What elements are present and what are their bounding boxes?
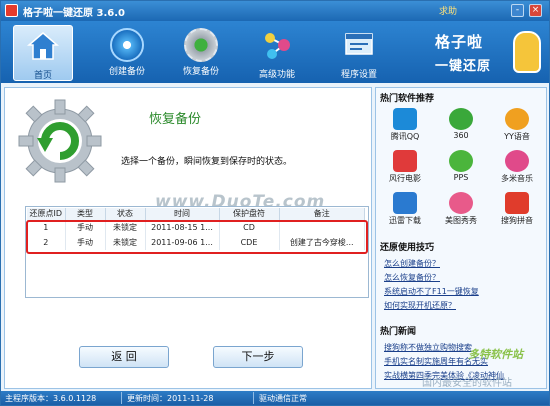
page-description: 选择一个备份，瞬间恢复到保存时的状态。 [121, 157, 293, 167]
close-button[interactable]: × [529, 4, 542, 17]
next-button[interactable]: 下一步 [213, 346, 303, 368]
app-qq[interactable]: 腾讯QQ [382, 108, 428, 144]
app-360[interactable]: 360 [438, 108, 484, 144]
side-panel: 热门软件推荐 腾讯QQ 360 YY语音 风行电影 PPS 多米音乐 迅雷下载 … [375, 87, 547, 389]
tips-heading: 还原使用技巧 [380, 243, 435, 253]
column-header[interactable]: 保护盘符 [219, 208, 280, 221]
restore-gear-icon [184, 28, 218, 62]
toolbar-home[interactable]: 首页 [13, 25, 73, 81]
duomi-icon [505, 150, 529, 172]
app-funshion[interactable]: 风行电影 [382, 150, 428, 186]
thunder-icon [393, 192, 417, 214]
watermark-text: 多特软件站 [468, 348, 523, 361]
app-meitu[interactable]: 美图秀秀 [438, 192, 484, 228]
status-bar: 主程序版本：3.6.0.1128 更新时间：2011-11-28 驱动通信正常 [1, 391, 549, 405]
app-label: 腾讯QQ [390, 132, 420, 141]
column-header[interactable]: 状态 [105, 208, 146, 221]
status-divider [253, 392, 254, 404]
app-sogou[interactable]: 搜狗拼音 [494, 192, 540, 228]
tip-link[interactable]: 系统启动不了F11一键恢复 [384, 286, 479, 297]
app-label: 美图秀秀 [445, 216, 477, 225]
column-header[interactable]: 时间 [145, 208, 220, 221]
app-label: 迅雷下载 [389, 216, 421, 225]
news-heading: 热门新闻 [380, 327, 417, 337]
app-logo-icon [5, 4, 18, 17]
home-icon [26, 32, 60, 60]
version-text: 主程序版本：3.6.0.1128 [5, 394, 97, 403]
driver-status-text: 驱动通信正常 [259, 394, 307, 403]
brand-line2: 一键还原 [435, 59, 492, 74]
toolbar-create-backup-label: 创建备份 [108, 67, 145, 77]
highlight-box [26, 220, 368, 254]
360-icon [449, 108, 473, 130]
molecule-icon [265, 33, 290, 59]
tip-link[interactable]: 怎么创建备份？ [384, 258, 440, 269]
news-link[interactable]: 搜狗称不做独立购物搜索 [384, 342, 472, 353]
app-pps[interactable]: PPS [438, 150, 484, 186]
app-label: 360 [453, 131, 469, 140]
toolbar-create-backup[interactable]: 创建备份 [97, 25, 157, 81]
toolbar-restore-backup[interactable]: 恢复备份 [171, 25, 231, 81]
update-time-text: 更新时间：2011-11-28 [127, 394, 214, 403]
table-header-row: 还原点ID 类型 状态 时间 保护盘符 备注 [27, 208, 365, 221]
main-toolbar: 首页 创建备份 恢复备份 高级功能 程序设置 格子啦 一键还原 [1, 21, 549, 83]
app-label: 搜狗拼音 [501, 216, 533, 225]
toolbar-restore-backup-label: 恢复备份 [182, 67, 219, 77]
tip-link[interactable]: 怎么恢复备份？ [384, 272, 440, 283]
yy-icon [505, 108, 529, 130]
app-window: 格子啦一键还原 3.6.0 求助 - × 首页 创建备份 恢复备份 高级功能 程… [0, 0, 550, 406]
column-header[interactable]: 备注 [279, 208, 365, 221]
app-label: YY语音 [504, 132, 530, 141]
mascot-icon [513, 31, 541, 73]
restore-panel: 恢复备份 选择一个备份，瞬间恢复到保存时的状态。 www.DuoTe.com 还… [4, 87, 372, 389]
help-link[interactable]: 求助 [439, 4, 457, 17]
app-duomi[interactable]: 多米音乐 [494, 150, 540, 186]
page-title: 恢复备份 [149, 112, 202, 127]
app-yy[interactable]: YY语音 [494, 108, 540, 144]
backup-disc-icon [110, 28, 144, 62]
brand-line1: 格子啦 [435, 33, 484, 51]
minimize-button[interactable]: - [511, 4, 524, 17]
funshion-icon [393, 150, 417, 172]
tip-link[interactable]: 如何实现开机还原？ [384, 300, 456, 311]
toolbar-home-label: 首页 [33, 71, 52, 81]
toolbar-advanced-label: 高级功能 [258, 70, 295, 80]
app-label: 风行电影 [389, 174, 421, 183]
toolbar-settings[interactable]: 程序设置 [329, 25, 389, 81]
restore-gear-large-icon [18, 99, 102, 183]
settings-window-icon [345, 33, 373, 55]
app-label: 多米音乐 [501, 174, 533, 183]
toolbar-advanced[interactable]: 高级功能 [247, 25, 307, 81]
column-header[interactable]: 类型 [65, 208, 106, 221]
hot-software-heading: 热门软件推荐 [380, 94, 435, 104]
qq-icon [393, 108, 417, 130]
pps-icon [449, 150, 473, 172]
toolbar-settings-label: 程序设置 [340, 70, 377, 80]
app-label: PPS [453, 173, 469, 182]
column-header[interactable]: 还原点ID [27, 208, 66, 221]
watermark-text: 国内最安全的软件站 [422, 378, 512, 389]
back-button[interactable]: 返 回 [79, 346, 169, 368]
title-bar: 格子啦一键还原 3.6.0 求助 - × [1, 1, 549, 21]
app-thunder[interactable]: 迅雷下载 [382, 192, 428, 228]
brand-area: 格子啦 一键还原 [419, 25, 547, 81]
sogou-icon [505, 192, 529, 214]
meitu-icon [449, 192, 473, 214]
window-title: 格子啦一键还原 3.6.0 [23, 8, 125, 19]
status-divider [121, 392, 122, 404]
